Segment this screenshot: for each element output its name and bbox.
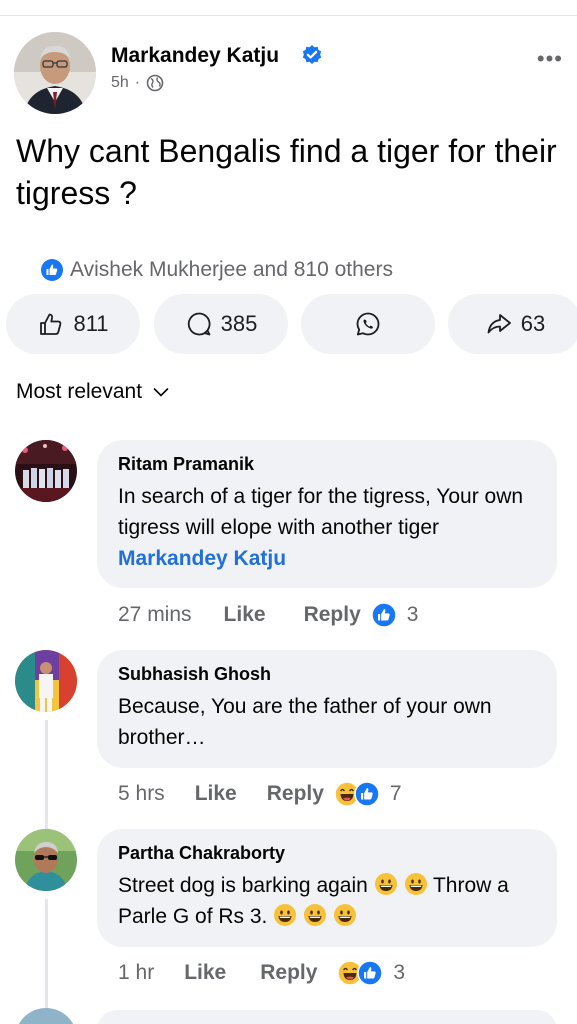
like-button[interactable]: 811 <box>6 294 140 354</box>
whatsapp-icon <box>356 312 380 336</box>
reactions-summary[interactable]: Avishek Mukherjee and 810 others <box>40 258 393 282</box>
commenter-name[interactable]: Partha Chakraborty <box>118 843 537 864</box>
comment-time: 1 hr <box>118 961 155 984</box>
whatsapp-share-button[interactable] <box>301 294 435 354</box>
reactions-summary-text: Avishek Mukherjee and 810 others <box>70 258 393 281</box>
commenter-avatar[interactable] <box>15 440 77 502</box>
comment-time: 27 mins <box>118 603 192 626</box>
verified-badge-icon <box>302 45 322 64</box>
grinning-emoji-icon <box>374 873 397 895</box>
comment-text: Street dog is barking again Throw a Parl… <box>118 870 537 932</box>
comment-like-button[interactable]: Like <box>224 603 266 627</box>
commenter-name[interactable]: Subhasish Ghosh <box>118 664 537 685</box>
comment-reactions[interactable] <box>371 602 397 628</box>
comment-reaction-count: 7 <box>389 782 402 805</box>
share-icon <box>487 314 511 334</box>
comment-text-part: Street dog is barking again <box>118 874 368 897</box>
comment-icon <box>187 312 211 336</box>
comment-reactions[interactable] <box>337 960 384 986</box>
commenter-avatar[interactable] <box>15 829 77 891</box>
comment-like-button[interactable]: Like <box>184 961 226 985</box>
meta-separator: · <box>134 74 141 91</box>
author-name[interactable]: Markandey Katju <box>111 44 279 68</box>
commenter-name[interactable]: Ritam Pramanik <box>118 454 537 475</box>
comment-reply-button[interactable]: Reply <box>304 603 361 627</box>
comment-meta: 5 hrs Like Reply 7 <box>118 781 402 807</box>
comment-bubble <box>97 1010 557 1024</box>
comment-bubble: Subhasish Ghosh Because, You are the fat… <box>97 650 557 768</box>
comment-reply-button[interactable]: Reply <box>267 782 324 806</box>
comment-reaction-count: 3 <box>393 961 406 984</box>
top-divider <box>0 15 577 16</box>
comment-reply-button[interactable]: Reply <box>260 961 317 985</box>
grinning-emoji-icon <box>404 873 427 895</box>
commenter-avatar[interactable] <box>15 1008 77 1024</box>
comment-text: Because, You are the father of your own … <box>118 695 492 749</box>
mention-link[interactable]: Markandey Katju <box>118 543 537 574</box>
post-time[interactable]: 5h <box>111 74 129 92</box>
globe-icon <box>146 74 164 92</box>
thread-line <box>45 899 48 1024</box>
grinning-emoji-icon <box>274 904 297 926</box>
action-bar: 811 385 63 <box>6 294 577 354</box>
comment-time: 5 hrs <box>118 782 165 805</box>
comment-sort-dropdown[interactable]: Most relevant <box>16 380 170 404</box>
comment-reaction-count: 3 <box>406 603 419 626</box>
comment-meta: 27 mins Like Reply 3 <box>118 602 418 628</box>
comment-bubble: Partha Chakraborty Street dog is barking… <box>97 829 557 947</box>
post-header: Markandey Katju 5h · ••• <box>14 32 563 114</box>
comment-count: 385 <box>220 311 258 336</box>
comment-meta: 1 hr Like Reply 3 <box>118 960 405 986</box>
grinning-emoji-icon <box>304 904 327 926</box>
post-meta: 5h · <box>111 74 164 92</box>
share-count: 63 <box>520 311 546 336</box>
post-text: Why cant Bengalis find a tiger for their… <box>16 133 557 211</box>
like-reaction-icon <box>354 781 380 807</box>
comment-text: In search of a tiger for the tigress, Yo… <box>118 485 524 539</box>
like-reaction-icon <box>371 602 397 628</box>
comment-button[interactable]: 385 <box>154 294 288 354</box>
like-reaction-icon <box>41 259 63 281</box>
comment-bubble: Ritam Pramanik In search of a tiger for … <box>97 440 557 588</box>
commenter-avatar[interactable] <box>15 650 77 712</box>
comment-like-button[interactable]: Like <box>195 782 237 806</box>
like-icon <box>40 313 62 335</box>
grinning-emoji-icon <box>333 904 356 926</box>
chevron-down-icon <box>153 388 169 397</box>
more-options-button[interactable]: ••• <box>537 46 563 72</box>
comment-reactions[interactable] <box>334 781 380 807</box>
sort-label: Most relevant <box>16 380 143 403</box>
author-avatar[interactable] <box>14 32 96 114</box>
like-count: 811 <box>73 311 109 336</box>
share-button[interactable]: 63 <box>448 294 577 354</box>
like-reaction-icon <box>357 960 384 986</box>
